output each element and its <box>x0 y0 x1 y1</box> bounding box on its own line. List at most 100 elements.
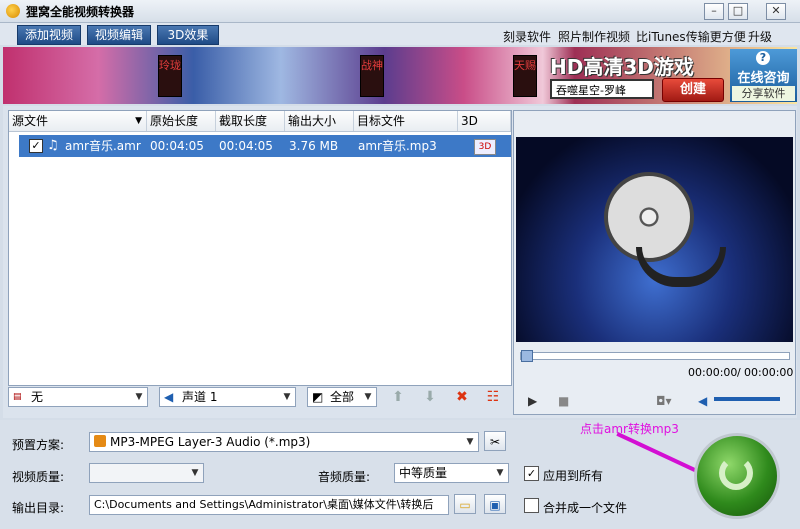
banner-tag: 玲珑 <box>158 55 182 97</box>
main-area: 源文件 ▼ 原始长度 截取长度 输出大小 目标文件 3D ✓ ♫ amr音乐.am… <box>3 106 797 418</box>
move-up-icon[interactable]: ⬆ <box>388 387 408 407</box>
seek-slider[interactable] <box>520 350 790 362</box>
audio-track-value: 声道 1 <box>182 390 218 404</box>
volume-icon: ◀ <box>698 394 708 408</box>
orig-length-cell: 00:04:05 <box>150 139 204 153</box>
chevron-down-icon: ▼ <box>466 437 474 447</box>
file-list[interactable]: 源文件 ▼ 原始长度 截取长度 输出大小 目标文件 3D ✓ ♫ amr音乐.am… <box>8 110 512 386</box>
stop-icon[interactable]: ■ <box>558 394 569 408</box>
chevron-down-icon: ▼ <box>496 468 504 478</box>
column-orig-length[interactable]: 原始长度 <box>147 111 216 131</box>
audio-quality-label: 音频质量: <box>318 470 371 484</box>
title-bar: 狸窝全能视频转换器 – □ ✕ <box>0 0 800 23</box>
help-icon: ? <box>756 51 770 65</box>
source-file-cell: amr音乐.amr <box>65 139 141 153</box>
itunes-link[interactable]: 比iTunes传输更方便 <box>636 28 746 45</box>
output-dir-value: C:\Documents and Settings\Administrator\… <box>94 498 434 511</box>
toolbar: 添加视频 视频编辑 3D效果 刻录软件 照片制作视频 比iTunes传输更方便 … <box>0 23 800 45</box>
photo-video-link[interactable]: 照片制作视频 <box>558 28 630 45</box>
speaker-icon: ◀ <box>164 390 174 404</box>
output-dir-field[interactable]: C:\Documents and Settings\Administrator\… <box>89 495 449 515</box>
settings-panel: 预置方案: MP3-MPEG Layer-3 Audio (*.mp3) ▼ ✂… <box>0 420 800 529</box>
annotation-hint: 点击amr转换mp3 <box>580 422 679 436</box>
maximize-button[interactable]: □ <box>728 3 748 20</box>
apply-all-label: 应用到所有 <box>543 469 604 483</box>
file-list-header: 源文件 ▼ 原始长度 截取长度 输出大小 目标文件 3D <box>9 111 511 132</box>
subtitle-icon: ▤ <box>13 392 22 402</box>
play-icon[interactable]: ▶ <box>528 394 537 408</box>
column-output-size[interactable]: 输出大小 <box>285 111 354 131</box>
preview-panel: 00:00:00 / 00:00:00 ▶ ■ ◘▾ ◀ <box>513 110 796 415</box>
preset-label: 预置方案: <box>12 438 65 452</box>
minimize-button[interactable]: – <box>704 3 724 20</box>
convert-button[interactable] <box>694 433 780 519</box>
delete-icon[interactable]: ✖ <box>452 387 472 407</box>
online-consult-button[interactable]: ? 在线咨询 分享软件 <box>730 49 797 102</box>
3d-icon[interactable]: 3D <box>474 139 496 155</box>
share-software-button[interactable]: 分享软件 <box>732 86 795 101</box>
audio-track-select[interactable]: ◀ 声道 1 ▼ <box>159 387 296 407</box>
open-folder-icon[interactable]: ▭ <box>454 494 476 514</box>
camera-icon[interactable]: ◘▾ <box>656 394 672 408</box>
preset-settings-icon[interactable]: ✂ <box>484 431 506 451</box>
close-button[interactable]: ✕ <box>766 3 786 20</box>
apply-all-checkbox[interactable]: ✓ <box>524 466 539 481</box>
merge-checkbox[interactable] <box>524 498 539 513</box>
subtitle-value: 无 <box>31 390 44 404</box>
cut-length-cell: 00:04:05 <box>219 139 273 153</box>
preview-video <box>516 137 793 342</box>
chevron-down-icon: ▼ <box>364 392 372 402</box>
sort-arrow-icon: ▼ <box>135 116 142 126</box>
target-file-cell: amr音乐.mp3 <box>358 139 437 153</box>
current-time: 00:00:00 <box>688 366 738 379</box>
clear-list-icon[interactable]: ☷ <box>483 387 503 407</box>
video-quality-select[interactable]: ▼ <box>89 463 204 483</box>
audio-quality-select[interactable]: 中等质量 ▼ <box>394 463 509 483</box>
video-edit-button[interactable]: 视频编辑 <box>87 25 151 45</box>
banner-search-field[interactable]: 吞噬星空-罗峰 <box>550 79 654 99</box>
output-size-cell: 3.76 MB <box>289 139 339 153</box>
chevron-down-icon: ▼ <box>191 468 199 478</box>
total-time: 00:00:00 <box>744 366 794 379</box>
column-source[interactable]: 源文件 ▼ <box>9 111 147 131</box>
banner-headline: HD高清3D游戏 <box>550 55 694 79</box>
consult-label: 在线咨询 <box>737 71 790 86</box>
mp3-icon <box>94 435 106 447</box>
banner-tag: 战神 <box>360 55 384 97</box>
browse-folder-icon[interactable]: ▣ <box>484 494 506 514</box>
app-logo-icon <box>6 4 20 18</box>
time-separator: / <box>737 366 741 379</box>
ad-banner[interactable]: 玲珑 战神 天赐 HD高清3D游戏 吞噬星空-罗峰 创建 ? 在线咨询 分享软件 <box>3 47 797 104</box>
column-cut-length[interactable]: 截取长度 <box>216 111 285 131</box>
select-all-dropdown[interactable]: ◩ 全部 ▼ <box>307 387 377 407</box>
video-quality-label: 视频质量: <box>12 470 65 484</box>
upgrade-link[interactable]: 升级 <box>748 28 772 45</box>
column-target-file[interactable]: 目标文件 <box>354 111 458 131</box>
preset-value: MP3-MPEG Layer-3 Audio (*.mp3) <box>110 435 311 449</box>
merge-label: 合并成一个文件 <box>543 501 628 515</box>
volume-slider[interactable] <box>714 397 780 401</box>
convert-icon <box>719 456 753 490</box>
banner-tag: 天赐 <box>513 55 537 97</box>
window-title: 狸窝全能视频转换器 <box>26 5 135 19</box>
burn-software-link[interactable]: 刻录软件 <box>503 28 551 45</box>
add-video-button[interactable]: 添加视频 <box>17 25 81 45</box>
banner-create-button[interactable]: 创建 <box>662 78 724 102</box>
move-down-icon[interactable]: ⬇ <box>420 387 440 407</box>
output-dir-label: 输出目录: <box>12 501 65 515</box>
audio-file-icon: ♫ <box>47 138 59 153</box>
row-checkbox[interactable]: ✓ <box>29 139 43 153</box>
chevron-down-icon: ▼ <box>135 392 143 402</box>
file-list-toolbar: ▤ 无 ▼ ◀ 声道 1 ▼ ◩ 全部 ▼ ⬆ ⬇ ✖ ☷ <box>8 387 510 413</box>
select-icon: ◩ <box>312 390 324 404</box>
column-3d[interactable]: 3D <box>458 111 511 131</box>
table-row[interactable]: ✓ ♫ amr音乐.amr 00:04:05 00:04:05 3.76 MB … <box>19 135 511 157</box>
subtitle-select[interactable]: ▤ 无 ▼ <box>8 387 148 407</box>
select-value: 全部 <box>330 390 355 404</box>
3d-effect-button[interactable]: 3D效果 <box>157 25 219 45</box>
audio-quality-value: 中等质量 <box>399 466 448 480</box>
preset-select[interactable]: MP3-MPEG Layer-3 Audio (*.mp3) ▼ <box>89 432 479 452</box>
seek-thumb[interactable] <box>521 350 533 362</box>
film-strip-icon <box>636 247 726 287</box>
chevron-down-icon: ▼ <box>283 392 291 402</box>
